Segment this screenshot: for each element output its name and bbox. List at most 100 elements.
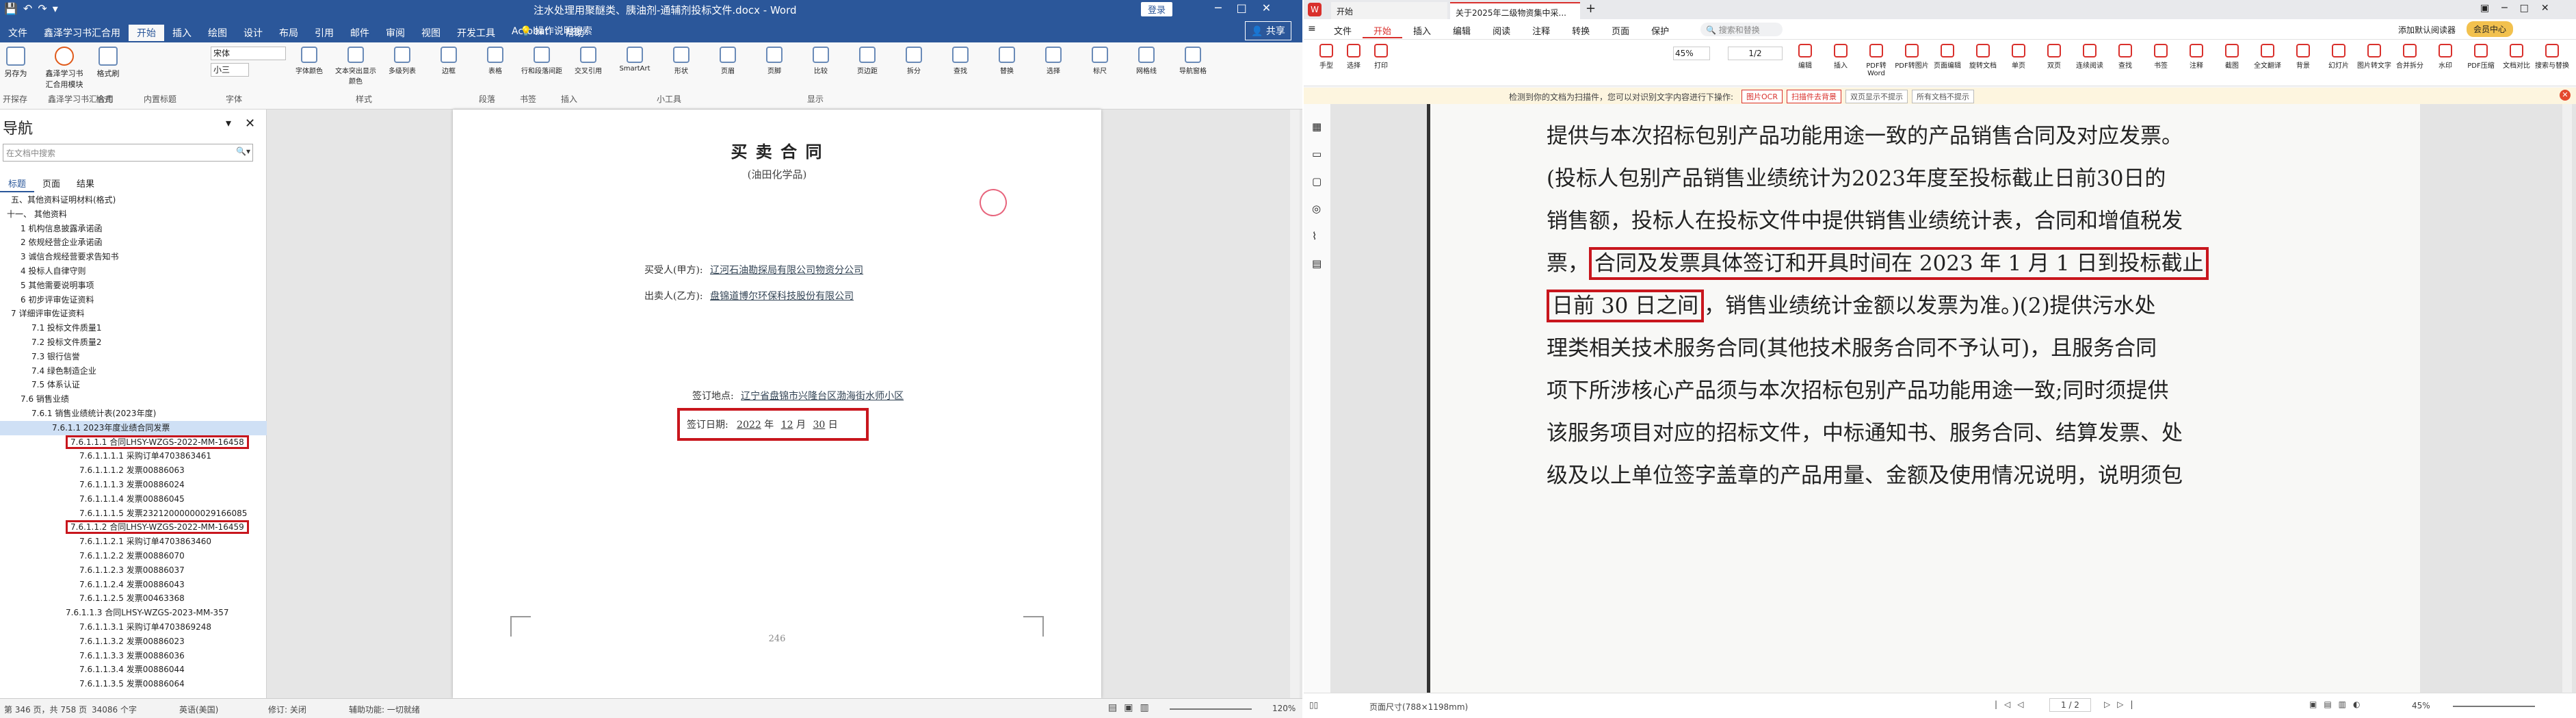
nav-item[interactable]: 3 诚信合规经营要求告知书	[0, 250, 267, 264]
nav-menu-icon[interactable]: ▾	[226, 116, 231, 129]
nav-tab-0[interactable]: 标题	[0, 175, 35, 192]
word-tab-6[interactable]: 布局	[271, 25, 306, 41]
ribbon-button-8[interactable]: 形状	[659, 47, 703, 88]
pdf-tool-5[interactable]: PDF转Word	[1859, 44, 1893, 82]
word-login-button[interactable]: 登录	[1141, 2, 1173, 16]
pdf-menu-4[interactable]: 阅读	[1482, 24, 1521, 38]
nav-item[interactable]: 7.6.1.1.3.1 采购订单4703869248	[0, 620, 267, 634]
status-page[interactable]: 第 346 页，共 758 页	[4, 704, 87, 715]
pdf-zoom-slider[interactable]	[2453, 706, 2535, 707]
nav-item[interactable]: 7.6.1.1.2.3 发票00886037	[0, 563, 267, 578]
format-painter-button[interactable]: 格式刷	[93, 47, 123, 88]
pdf-tool-20[interactable]: 合并拆分	[2393, 44, 2427, 82]
word-quick-access-icons[interactable]: 💾↶↷▾	[4, 2, 64, 15]
pdf-tool-19[interactable]: 图片转文字	[2357, 44, 2391, 82]
font-name-select[interactable]: 宋体	[211, 47, 286, 60]
nav-item[interactable]: 7.6.1 销售业绩统计表(2023年度)	[0, 407, 267, 421]
pdf-view-mode-icons[interactable]: ▣▤▥◐	[2309, 700, 2367, 709]
nav-item[interactable]: 7.6.1.1.1.1 采购订单4703863461	[0, 449, 267, 463]
nav-item[interactable]: 7.6.1.1.3.4 发票00886044	[0, 663, 267, 677]
pdf-page-field[interactable]: 1/2	[1728, 47, 1783, 60]
ribbon-button-16[interactable]: 选择	[1031, 47, 1075, 88]
pdf-menu-0[interactable]: 文件	[1323, 24, 1363, 38]
pdf-tool-10[interactable]: 双页	[2037, 44, 2071, 82]
nav-search-input[interactable]: 在文档中搜索 🔍▾	[3, 144, 253, 162]
word-tab-11[interactable]: 开发工具	[449, 25, 503, 41]
pdf-tab-home[interactable]: 开始	[1331, 2, 1447, 19]
word-tab-1[interactable]: 鑫泽学习书汇合用	[36, 25, 129, 41]
pdf-tool-24[interactable]: 搜索与替换	[2535, 44, 2569, 82]
tell-me-search[interactable]: 💡 操作说明搜索	[520, 24, 592, 38]
nav-item[interactable]: 7.4 绿色制造企业	[0, 364, 267, 379]
word-window-controls[interactable]: ─□✕	[1215, 1, 1286, 14]
nav-item[interactable]: 7.1 投标文件质量1	[0, 321, 267, 335]
pdf-menu-6[interactable]: 转换	[1561, 24, 1601, 38]
attachment-icon[interactable]: ⌇	[1312, 230, 1317, 242]
signature-icon[interactable]: ▤	[1312, 257, 1322, 270]
word-tab-0[interactable]: 文件	[0, 25, 36, 41]
ribbon-button-4[interactable]: 表格	[473, 47, 517, 88]
pdf-window-controls[interactable]: ▣─□✕	[2480, 3, 2562, 14]
thumbnail-icon[interactable]: ▦	[1312, 120, 1322, 133]
ribbon-button-17[interactable]: 标尺	[1078, 47, 1122, 88]
pdf-search-input[interactable]: 🔍 搜索和替换	[1700, 23, 1783, 36]
ribbon-button-0[interactable]: 字体颜色	[287, 47, 331, 88]
bookmark-icon[interactable]: ▭	[1312, 148, 1322, 160]
nav-item[interactable]: 7.5 体系认证	[0, 378, 267, 392]
word-tab-2[interactable]: 开始	[129, 25, 164, 41]
pdf-tool-16[interactable]: 全文翻译	[2250, 44, 2285, 82]
pdf-menu-3[interactable]: 编辑	[1442, 24, 1482, 38]
ribbon-button-13[interactable]: 拆分	[892, 47, 936, 88]
pdf-nav-first-prev[interactable]: |◁◁	[1995, 700, 2031, 709]
pdf-nav-next-last[interactable]: ▷▷|	[2104, 700, 2140, 709]
nav-item[interactable]: 6 初步评审佐证资料	[0, 293, 267, 307]
nav-item[interactable]: 五、其他资料证明材料(格式)	[0, 193, 267, 207]
member-center-button[interactable]: 会员中心	[2467, 21, 2514, 37]
nav-tab-1[interactable]: 页面	[34, 175, 68, 192]
pdf-tool-22[interactable]: PDF压缩	[2464, 44, 2498, 82]
nav-item[interactable]: 7.6.1.1.1.3 发票00886024	[0, 478, 267, 492]
ribbon-button-12[interactable]: 页边距	[845, 47, 889, 88]
nav-item[interactable]: 7.3 银行信誉	[0, 350, 267, 364]
notice-button-3[interactable]: 所有文档不提示	[1911, 90, 1974, 103]
notice-close-icon[interactable]: ✕	[2560, 90, 2571, 101]
nav-item[interactable]: 十一、 其他资料	[0, 207, 267, 222]
ribbon-button-3[interactable]: 边框	[427, 47, 471, 88]
pdf-tool-18[interactable]: 幻灯片	[2322, 44, 2356, 82]
nav-item[interactable]: 7.6.1.1.3 合同LHSY-WZGS-2023-MM-357	[0, 606, 267, 620]
default-reader-link[interactable]: 添加默认阅读器	[2398, 24, 2456, 36]
nav-item[interactable]: 1 机构信息披露承诺函	[0, 222, 267, 236]
pdf-tool-9[interactable]: 单页	[2001, 44, 2036, 82]
pdf-menu-1[interactable]: 开始	[1363, 24, 1403, 38]
sidebar-toggle-icon[interactable]: ▯▯	[1309, 700, 1318, 710]
nav-item[interactable]: 7.6.1.1.2.5 发票00463368	[0, 591, 267, 606]
nav-item[interactable]: 7.6.1.1.2 合同LHSY-WZGS-2022-MM-16459	[0, 520, 267, 535]
pdf-status-zoom[interactable]: 45%	[2412, 701, 2430, 710]
nav-item[interactable]: 7.6.1.1.2.1 采购订单4703863460	[0, 535, 267, 549]
ribbon-button-2[interactable]: 多级列表	[380, 47, 424, 88]
nav-tab-2[interactable]: 结果	[68, 175, 103, 192]
search-icon[interactable]: 🔍▾	[236, 146, 250, 156]
nav-item[interactable]: 7.6.1.1.1 合同LHSY-WZGS-2022-MM-16458	[0, 435, 267, 450]
nav-item[interactable]: 5 其他需要说明事项	[0, 279, 267, 293]
share-button[interactable]: 👤 共享	[1245, 21, 1291, 40]
status-zoom[interactable]: 120%	[1272, 704, 1296, 713]
notice-button-0[interactable]: 图片OCR	[1742, 90, 1783, 103]
ribbon-button-11[interactable]: 比较	[799, 47, 843, 88]
new-tab-icon[interactable]: +	[1586, 1, 1596, 16]
ribbon-button-10[interactable]: 页脚	[752, 47, 796, 88]
status-words[interactable]: 34086 个字	[92, 704, 137, 715]
nav-item[interactable]: 7.2 投标文件质量2	[0, 335, 267, 350]
pdf-tool-21[interactable]: 水印	[2428, 44, 2462, 82]
nav-item[interactable]: 7.6.1.1.3.2 发票00886023	[0, 634, 267, 649]
word-tab-5[interactable]: 设计	[235, 25, 271, 41]
font-size-select[interactable]: 小三	[211, 63, 249, 77]
pdf-menu-2[interactable]: 插入	[1402, 24, 1442, 38]
ribbon-button-19[interactable]: 导航窗格	[1171, 47, 1215, 88]
status-track[interactable]: 修订: 关闭	[268, 704, 306, 715]
pdf-tool-6[interactable]: PDF转图片	[1895, 44, 1929, 82]
pdf-zoom-field[interactable]: 45%	[1673, 47, 1710, 60]
notice-button-2[interactable]: 双页显示不提示	[1845, 90, 1908, 103]
pdf-menu-5[interactable]: 注释	[1521, 24, 1561, 38]
ribbon-button-14[interactable]: 查找	[938, 47, 982, 88]
